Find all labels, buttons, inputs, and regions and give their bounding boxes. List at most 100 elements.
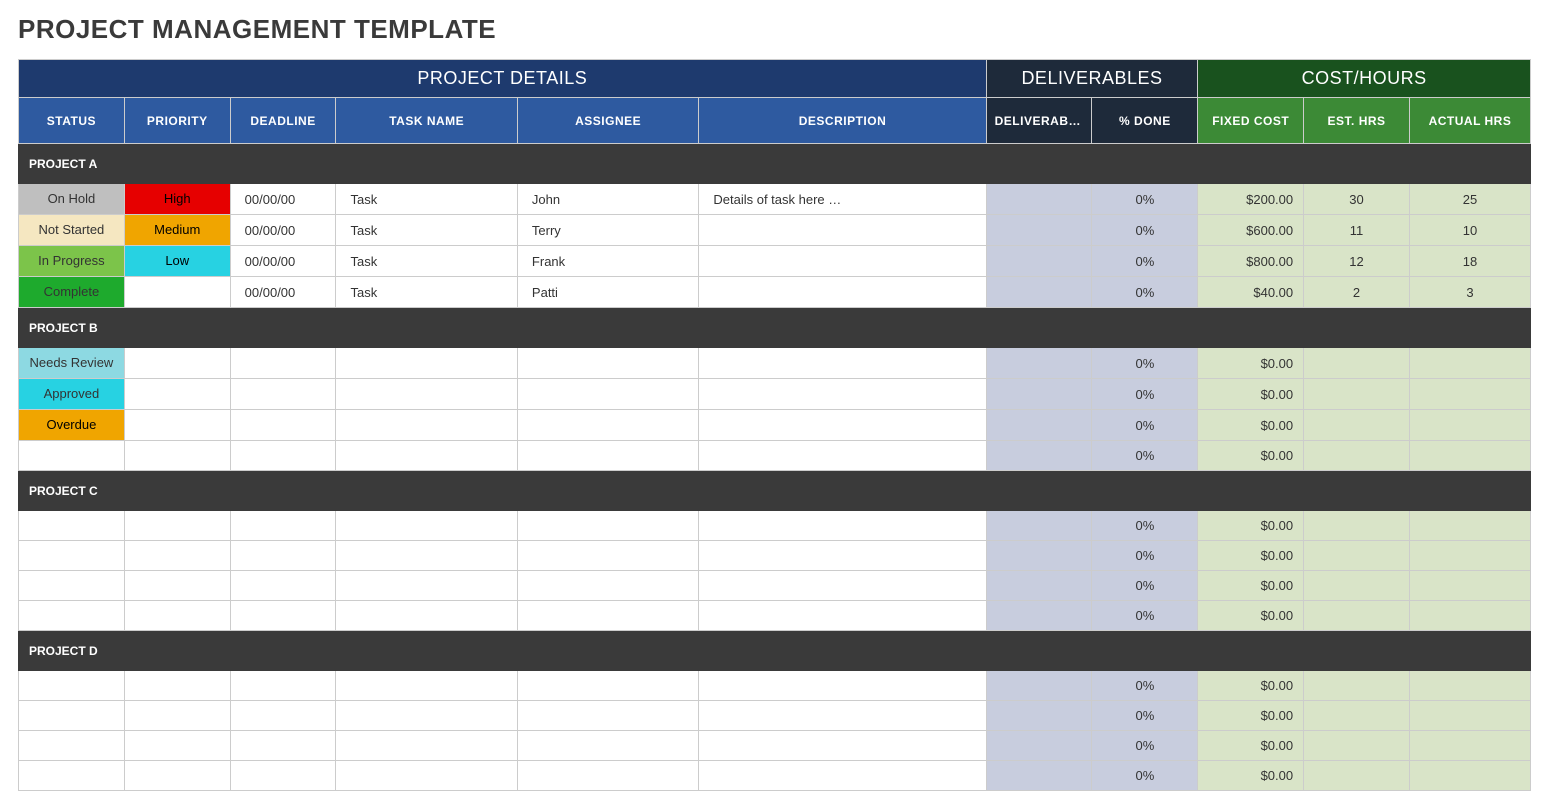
cell-description[interactable] — [699, 541, 986, 571]
cell-assignee[interactable]: Patti — [517, 277, 698, 308]
cell-priority[interactable]: Low — [124, 246, 230, 277]
cell-description[interactable] — [699, 410, 986, 441]
cell-deadline[interactable] — [230, 379, 336, 410]
cell-actual-hrs[interactable] — [1409, 761, 1530, 791]
cell-assignee[interactable] — [517, 511, 698, 541]
cell-task-name[interactable] — [336, 410, 517, 441]
cell-pct-done[interactable]: 0% — [1092, 441, 1198, 471]
cell-assignee[interactable] — [517, 731, 698, 761]
cell-deliverable[interactable] — [986, 731, 1092, 761]
cell-actual-hrs[interactable] — [1409, 410, 1530, 441]
cell-deliverable[interactable] — [986, 410, 1092, 441]
cell-actual-hrs[interactable] — [1409, 348, 1530, 379]
cell-deadline[interactable] — [230, 541, 336, 571]
cell-status[interactable] — [19, 571, 125, 601]
cell-deliverable[interactable] — [986, 671, 1092, 701]
cell-actual-hrs[interactable] — [1409, 571, 1530, 601]
cell-description[interactable] — [699, 246, 986, 277]
cell-fixed-cost[interactable]: $0.00 — [1198, 601, 1304, 631]
cell-status[interactable]: On Hold — [19, 184, 125, 215]
cell-task-name[interactable] — [336, 571, 517, 601]
cell-description[interactable] — [699, 348, 986, 379]
cell-fixed-cost[interactable]: $40.00 — [1198, 277, 1304, 308]
cell-assignee[interactable] — [517, 601, 698, 631]
cell-priority[interactable] — [124, 441, 230, 471]
col-fixed-cost[interactable]: FIXED COST — [1198, 98, 1304, 144]
cell-est-hrs[interactable]: 12 — [1304, 246, 1410, 277]
cell-description[interactable] — [699, 701, 986, 731]
cell-est-hrs[interactable] — [1304, 571, 1410, 601]
cell-deliverable[interactable] — [986, 541, 1092, 571]
cell-assignee[interactable] — [517, 410, 698, 441]
cell-assignee[interactable] — [517, 348, 698, 379]
cell-description[interactable] — [699, 441, 986, 471]
col-actual-hrs[interactable]: ACTUAL HRS — [1409, 98, 1530, 144]
cell-deliverable[interactable] — [986, 215, 1092, 246]
cell-status[interactable]: Needs Review — [19, 348, 125, 379]
cell-priority[interactable] — [124, 731, 230, 761]
cell-description[interactable] — [699, 571, 986, 601]
col-deliverable[interactable]: DELIVERABLE — [986, 98, 1092, 144]
cell-deadline[interactable]: 00/00/00 — [230, 277, 336, 308]
cell-pct-done[interactable]: 0% — [1092, 511, 1198, 541]
cell-task-name[interactable] — [336, 601, 517, 631]
cell-task-name[interactable] — [336, 701, 517, 731]
cell-task-name[interactable] — [336, 511, 517, 541]
cell-description[interactable]: Details of task here … — [699, 184, 986, 215]
cell-fixed-cost[interactable]: $0.00 — [1198, 731, 1304, 761]
cell-task-name[interactable]: Task — [336, 246, 517, 277]
cell-deliverable[interactable] — [986, 761, 1092, 791]
cell-actual-hrs[interactable]: 3 — [1409, 277, 1530, 308]
cell-assignee[interactable]: Terry — [517, 215, 698, 246]
cell-actual-hrs[interactable] — [1409, 731, 1530, 761]
cell-pct-done[interactable]: 0% — [1092, 184, 1198, 215]
cell-priority[interactable] — [124, 761, 230, 791]
cell-est-hrs[interactable] — [1304, 601, 1410, 631]
cell-description[interactable] — [699, 379, 986, 410]
cell-deadline[interactable] — [230, 731, 336, 761]
col-priority[interactable]: PRIORITY — [124, 98, 230, 144]
cell-pct-done[interactable]: 0% — [1092, 541, 1198, 571]
cell-description[interactable] — [699, 277, 986, 308]
col-assignee[interactable]: ASSIGNEE — [517, 98, 698, 144]
cell-fixed-cost[interactable]: $0.00 — [1198, 701, 1304, 731]
cell-deadline[interactable]: 00/00/00 — [230, 215, 336, 246]
cell-deadline[interactable]: 00/00/00 — [230, 246, 336, 277]
cell-assignee[interactable] — [517, 379, 698, 410]
cell-priority[interactable] — [124, 511, 230, 541]
cell-fixed-cost[interactable]: $0.00 — [1198, 571, 1304, 601]
cell-task-name[interactable] — [336, 761, 517, 791]
cell-fixed-cost[interactable]: $0.00 — [1198, 410, 1304, 441]
cell-fixed-cost[interactable]: $0.00 — [1198, 379, 1304, 410]
cell-actual-hrs[interactable] — [1409, 541, 1530, 571]
cell-actual-hrs[interactable] — [1409, 379, 1530, 410]
cell-deliverable[interactable] — [986, 348, 1092, 379]
cell-deliverable[interactable] — [986, 511, 1092, 541]
cell-task-name[interactable] — [336, 541, 517, 571]
cell-task-name[interactable] — [336, 441, 517, 471]
cell-est-hrs[interactable] — [1304, 541, 1410, 571]
cell-description[interactable] — [699, 761, 986, 791]
col-deadline[interactable]: DEADLINE — [230, 98, 336, 144]
cell-fixed-cost[interactable]: $0.00 — [1198, 671, 1304, 701]
cell-deadline[interactable] — [230, 601, 336, 631]
cell-est-hrs[interactable]: 2 — [1304, 277, 1410, 308]
cell-est-hrs[interactable] — [1304, 761, 1410, 791]
cell-est-hrs[interactable]: 11 — [1304, 215, 1410, 246]
cell-est-hrs[interactable] — [1304, 410, 1410, 441]
cell-fixed-cost[interactable]: $0.00 — [1198, 761, 1304, 791]
cell-status[interactable]: Complete — [19, 277, 125, 308]
cell-status[interactable] — [19, 761, 125, 791]
cell-priority[interactable] — [124, 410, 230, 441]
cell-deadline[interactable] — [230, 441, 336, 471]
cell-description[interactable] — [699, 601, 986, 631]
cell-deliverable[interactable] — [986, 277, 1092, 308]
cell-assignee[interactable]: Frank — [517, 246, 698, 277]
cell-actual-hrs[interactable]: 25 — [1409, 184, 1530, 215]
cell-status[interactable]: Approved — [19, 379, 125, 410]
cell-pct-done[interactable]: 0% — [1092, 410, 1198, 441]
cell-fixed-cost[interactable]: $0.00 — [1198, 511, 1304, 541]
cell-priority[interactable] — [124, 379, 230, 410]
cell-priority[interactable] — [124, 671, 230, 701]
cell-priority[interactable] — [124, 348, 230, 379]
